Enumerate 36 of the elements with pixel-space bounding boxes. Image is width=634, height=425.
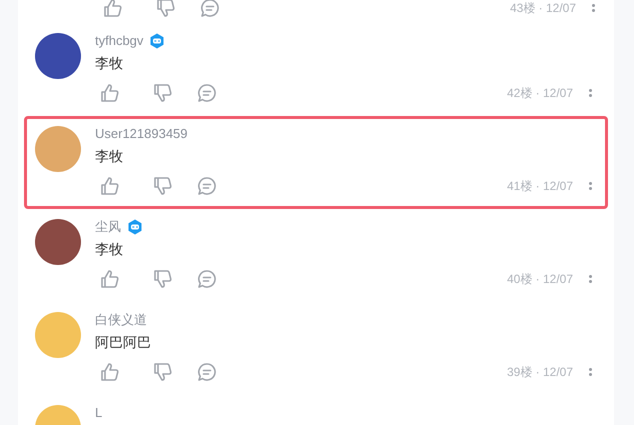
more-icon[interactable] — [589, 87, 593, 99]
comment-icon[interactable] — [200, 0, 220, 18]
thumbs-up-icon[interactable] — [100, 83, 120, 103]
more-icon[interactable] — [589, 366, 593, 378]
avatar[interactable] — [35, 33, 81, 79]
comment-text: 李牧 — [95, 147, 124, 166]
thumbs-down-icon[interactable] — [153, 269, 173, 289]
username[interactable]: 尘风 — [95, 217, 121, 237]
thumbs-down-icon[interactable] — [153, 83, 173, 103]
floor-date: 40楼 · 12/07 — [506, 271, 573, 288]
comment-icon[interactable] — [197, 362, 217, 382]
thumbs-up-icon[interactable] — [100, 362, 120, 382]
more-icon[interactable] — [592, 2, 596, 14]
comment-icon[interactable] — [197, 269, 217, 289]
thumbs-down-icon[interactable] — [153, 176, 173, 196]
comment-text: 李牧 — [95, 240, 124, 259]
comment-text: 李牧 — [95, 54, 124, 73]
username[interactable]: 白侠义道 — [95, 310, 147, 330]
comment-icon[interactable] — [197, 176, 217, 196]
thumbs-up-icon[interactable] — [100, 176, 120, 196]
avatar[interactable] — [35, 219, 81, 265]
floor-date: 43楼 · 12/07 — [510, 0, 576, 17]
comment-icon[interactable] — [197, 83, 217, 103]
more-icon[interactable] — [589, 180, 593, 192]
thumbs-up-icon[interactable] — [100, 269, 120, 289]
floor-date: 41楼 · 12/07 — [506, 178, 573, 195]
comment-text: 阿巴阿巴 — [95, 333, 152, 352]
thumbs-down-icon[interactable] — [156, 0, 176, 18]
floor-date: 39楼 · 12/07 — [506, 364, 573, 381]
thumbs-down-icon[interactable] — [153, 362, 173, 382]
thumbs-up-icon[interactable] — [103, 0, 123, 18]
username[interactable]: L — [95, 403, 102, 423]
username[interactable]: User121893459 — [95, 124, 188, 144]
more-icon[interactable] — [589, 273, 593, 285]
username[interactable]: tyfhcbgv — [95, 31, 144, 51]
floor-date: 42楼 · 12/07 — [506, 85, 573, 102]
